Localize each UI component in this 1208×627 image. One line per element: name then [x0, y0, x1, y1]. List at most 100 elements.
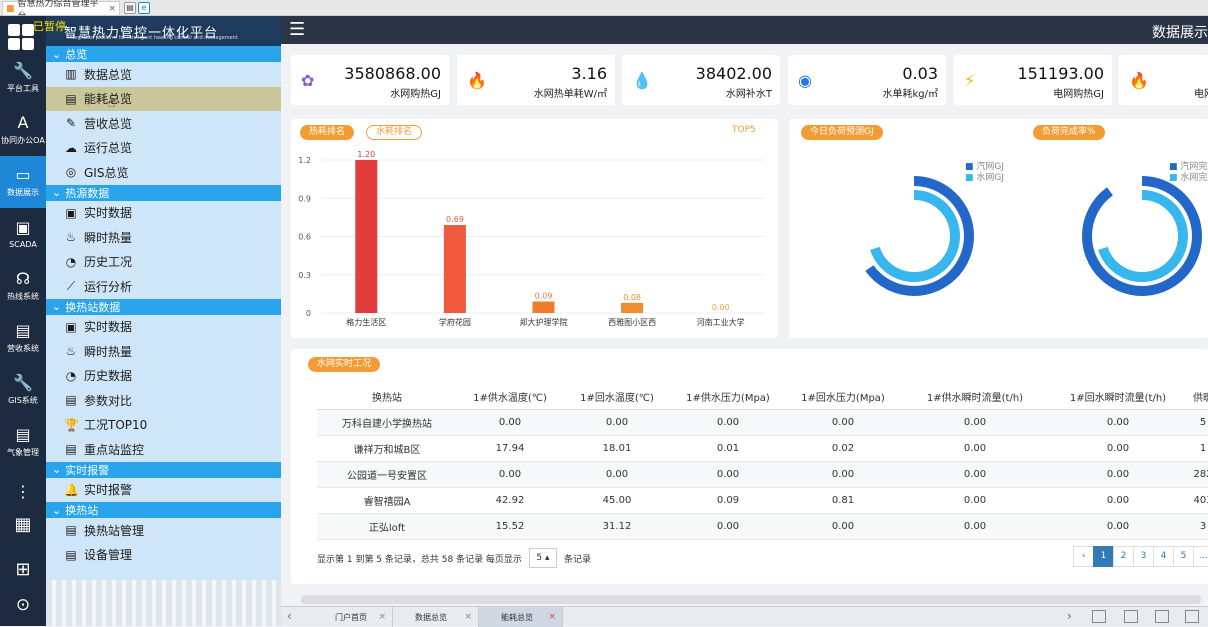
column-header[interactable]: 供暖 — [1187, 384, 1208, 410]
sidebar-item-param-compare[interactable]: ▤ 参数对比 — [46, 388, 281, 413]
sidebar-section-heat-source[interactable]: ⌄ 热源数据 — [46, 184, 281, 201]
sidebar-section-alarm[interactable]: ⌄ 实时报警 — [46, 461, 281, 478]
sidebar-item-history-condition[interactable]: ◔ 历史工况 — [46, 250, 281, 275]
table-cell: 1 — [1187, 435, 1208, 462]
layout-rows-icon[interactable] — [1124, 610, 1138, 623]
rail-item-platform-tools[interactable]: 🔧 平台工具 — [0, 52, 46, 104]
grid-menu-icon[interactable]: ▦ — [0, 514, 46, 535]
column-header[interactable]: 1#供水温度(℃) — [457, 384, 563, 410]
table-row[interactable]: 公园道一号安置区0.000.000.000.000.000.00282 — [317, 461, 1208, 488]
page-button[interactable]: 2 — [1113, 546, 1134, 567]
sidebar-section-station-data[interactable]: ⌄ 换热站数据 — [46, 298, 281, 315]
trophy-icon: 🏆 — [64, 417, 79, 432]
sidebar-item-realtime-data[interactable]: ▣ 实时数据 — [46, 201, 281, 226]
close-icon[interactable]: × — [548, 612, 556, 622]
sidebar-section-overview[interactable]: ⌄ 总览 — [46, 46, 281, 62]
table-cell: 42.92 — [457, 487, 563, 514]
sidebar-item-revenue-overview[interactable]: ✎ 营收总览 — [46, 111, 281, 136]
table-row[interactable]: 正弘loft 15.52 31.12 0.00 0.00 0.00 0.00 3 — [317, 513, 1208, 540]
column-header[interactable]: 1#供水压力(Mpa) — [671, 384, 785, 410]
rail-item-hotline[interactable]: ☊ 热线系统 — [0, 260, 46, 312]
edit-icon: ✎ — [65, 116, 77, 131]
load-panel: 今日负荷预测GJ 负荷完成率% ■ 汽网GJ ■ 水网GJ ■ 汽网完成 ■ 水… — [789, 119, 1208, 338]
table-row[interactable]: 睿智禧园A42.9245.000.090.810.000.00403 — [317, 487, 1208, 514]
rail-item-revenue[interactable]: ▤ 营收系统 — [0, 312, 46, 364]
column-header[interactable]: 换热站 — [317, 384, 457, 410]
bottom-tab-home[interactable]: 门户首页 × — [301, 607, 393, 627]
bar — [621, 302, 644, 313]
close-tab-icon[interactable]: × — [108, 4, 116, 14]
kpi-value: 38402.00 — [695, 64, 772, 83]
sidebar-item-realtime-alarm[interactable]: 🔔 实时报警 — [46, 478, 281, 503]
close-icon[interactable]: × — [464, 612, 472, 622]
bottom-tab-data-overview[interactable]: 数据总览 × — [393, 607, 479, 627]
page-prev-button[interactable]: ‹ — [1073, 546, 1094, 567]
rail-item-weather[interactable]: ▤ 气象管理 — [0, 416, 46, 468]
oa-icon: A — [17, 112, 29, 132]
sidebar-item-label: 工况TOP10 — [84, 418, 148, 433]
kpi-label: 水单耗kg/㎡ — [882, 89, 938, 100]
kpi-value: 0.03 — [902, 64, 938, 83]
bar-value-label: 1.20 — [357, 150, 375, 159]
add-window-icon[interactable]: ⊞ — [0, 559, 46, 580]
sidebar-item-data-overview[interactable]: ▥ 数据总览 — [46, 62, 281, 87]
chevron-right-circle-icon[interactable]: ⊙ — [0, 595, 46, 615]
browser-tab[interactable]: ■ 智慧热力综合管理平台 × — [2, 0, 120, 22]
sidebar-item-label: 换热站管理 — [84, 523, 145, 538]
rail-label: 气象管理 — [7, 447, 39, 457]
sidebar-item-station-realtime[interactable]: ▣ 实时数据 — [46, 315, 281, 340]
ie-icon[interactable]: e — [138, 2, 150, 14]
layout-columns-icon[interactable] — [1155, 610, 1169, 623]
rail-item-gis[interactable]: 🔧 GIS系统 — [0, 364, 46, 416]
page-button[interactable]: ... — [1193, 546, 1208, 567]
table-row[interactable]: 万科自建小学换热站 0.00 0.00 0.00 0.00 0.00 0.00 5 — [317, 409, 1208, 436]
sidebar-item-station-history[interactable]: ◔ 历史数据 — [46, 364, 281, 389]
sidebar-item-top10[interactable]: 🏆 工况TOP10 — [46, 413, 281, 438]
lightning-icon: ⚡ — [964, 71, 976, 90]
column-header[interactable]: 1#回水瞬时流量(t/h) — [1049, 384, 1187, 410]
column-header[interactable]: 1#供水瞬时流量(t/h) — [901, 384, 1049, 410]
sidebar-item-operation-overview[interactable]: ☁ 运行总览 — [46, 136, 281, 161]
kpi-label: 电网 — [1194, 89, 1208, 100]
sidebar-item-energy-overview[interactable]: ▤ 能耗总览 ☝ — [46, 86, 281, 111]
scroll-right-icon[interactable]: › — [1067, 609, 1072, 623]
rail-item-scada[interactable]: ▣ SCADA — [0, 208, 46, 260]
hamburger-menu-icon[interactable]: ☰ — [289, 21, 305, 39]
wrench-icon: 🔧 — [13, 60, 33, 80]
layout-single-icon[interactable] — [1185, 610, 1199, 623]
sidebar-item-device-manage[interactable]: ▤ 设备管理 — [46, 543, 281, 568]
page-button[interactable]: 4 — [1153, 546, 1174, 567]
column-header[interactable]: 1#回水压力(Mpa) — [785, 384, 901, 410]
sidebar-item-operation-analysis[interactable]: ⟋ 运行分析 — [46, 274, 281, 299]
page-size-value: 5 — [536, 553, 543, 563]
page-size-select[interactable]: 5 ▴ — [528, 548, 557, 568]
column-header[interactable]: 1#回水温度(℃) — [563, 384, 671, 410]
more-vertical-icon[interactable]: ⋮ — [0, 482, 46, 501]
layout-grid-icon[interactable] — [1092, 610, 1106, 623]
apps-grid-icon[interactable] — [8, 24, 34, 50]
close-icon[interactable]: × — [378, 612, 386, 622]
flame-icon: 🔥 — [467, 71, 487, 90]
sidebar-item-key-station[interactable]: ▤ 重点站监控 — [46, 437, 281, 462]
sidebar-section-station[interactable]: ⌄ 换热站 — [46, 502, 281, 518]
bottom-tab-energy-overview[interactable]: 能耗总览 × — [479, 607, 563, 627]
table-cell: 0.00 — [785, 513, 901, 540]
page-button[interactable]: 3 — [1133, 546, 1154, 567]
page-button[interactable]: 5 — [1173, 546, 1194, 567]
table-header-row: 换热站 1#供水温度(℃) 1#回水温度(℃) 1#供水压力(Mpa) 1#回水压力(M… — [317, 384, 1208, 410]
sidebar-item-gis-overview[interactable]: ◎ GIS总览 — [46, 160, 281, 185]
rail-item-data-display[interactable]: ▭ 数据展示 — [0, 156, 46, 208]
page-button[interactable]: 1 — [1093, 546, 1114, 567]
scroll-left-icon[interactable]: ‹ — [287, 609, 292, 623]
table-cell: 0.00 — [457, 461, 563, 488]
horizontal-scrollbar[interactable] — [301, 595, 1201, 604]
water-drop-icon: 💧 — [632, 71, 652, 90]
rail-item-oa[interactable]: A 协同办公OA — [0, 104, 46, 156]
new-page-icon[interactable]: ▤ — [124, 2, 136, 14]
sidebar-item-station-instant-heat[interactable]: ♨ 瞬时热量 — [46, 339, 281, 364]
sidebar-item-instant-heat[interactable]: ♨ 瞬时热量 — [46, 225, 281, 250]
bar — [443, 225, 466, 313]
table-cell: 15.52 — [457, 513, 563, 540]
table-row[interactable]: 谦祥万和城B区 17.94 18.01 0.01 0.02 0.00 0.00 1 — [317, 435, 1208, 462]
sidebar-item-station-manage[interactable]: ▤ 换热站管理 — [46, 518, 281, 543]
